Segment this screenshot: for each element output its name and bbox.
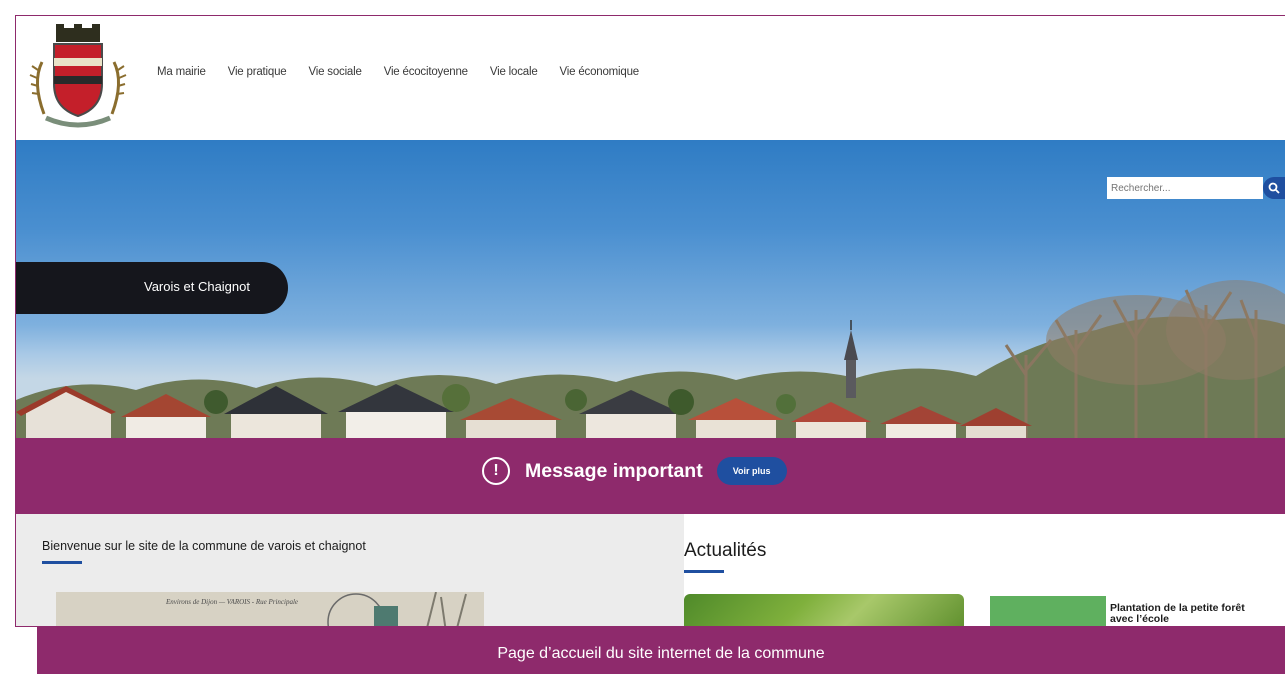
search-icon	[1268, 182, 1280, 194]
website-frame: Ma mairie Vie pratique Vie sociale Vie é…	[15, 15, 1285, 627]
search-box	[1107, 177, 1285, 199]
important-message-text: Message important	[525, 459, 703, 482]
news-panel: Actualités Plantation de la petite forêt…	[684, 514, 1285, 626]
search-input[interactable]	[1107, 177, 1263, 199]
main-navigation: Ma mairie Vie pratique Vie sociale Vie é…	[157, 66, 661, 78]
historic-postcard-image: Environs de Dijon — VAROIS - Rue Princip…	[56, 592, 484, 626]
town-name: Varois et Chaignot	[144, 279, 250, 294]
heading-underline	[684, 570, 724, 573]
nav-item-vie-pratique[interactable]: Vie pratique	[228, 66, 287, 78]
exclamation-circle-icon: !	[482, 457, 510, 485]
town-name-badge: Varois et Chaignot	[16, 262, 288, 314]
news-heading: Actualités	[684, 540, 767, 561]
heading-underline	[42, 561, 82, 564]
news-card-title[interactable]: Plantation de la petite forêt avec l’éco…	[1110, 603, 1270, 625]
hero-banner: Varois et Chaignot	[16, 140, 1285, 438]
voir-plus-button[interactable]: Voir plus	[716, 457, 787, 485]
welcome-panel: Bienvenue sur le site de la commune de v…	[16, 514, 684, 626]
nav-item-vie-economique[interactable]: Vie économique	[560, 66, 640, 78]
nav-item-vie-sociale[interactable]: Vie sociale	[308, 66, 361, 78]
important-message-banner: ! Message important Voir plus	[16, 438, 1285, 514]
caption-text: Page d’accueil du site internet de la co…	[497, 645, 825, 662]
coat-of-arms-icon[interactable]	[24, 22, 132, 132]
figure-caption: Page d’accueil du site internet de la co…	[37, 627, 1285, 674]
nav-item-vie-locale[interactable]: Vie locale	[490, 66, 538, 78]
nav-item-vie-ecocitoyenne[interactable]: Vie écocitoyenne	[384, 66, 468, 78]
news-card-thumbnail[interactable]	[990, 596, 1106, 626]
news-card-image[interactable]	[684, 594, 964, 626]
search-button[interactable]	[1263, 177, 1285, 199]
welcome-heading: Bienvenue sur le site de la commune de v…	[42, 539, 366, 553]
nav-item-ma-mairie[interactable]: Ma mairie	[157, 66, 206, 78]
site-header: Ma mairie Vie pratique Vie sociale Vie é…	[16, 16, 1285, 140]
